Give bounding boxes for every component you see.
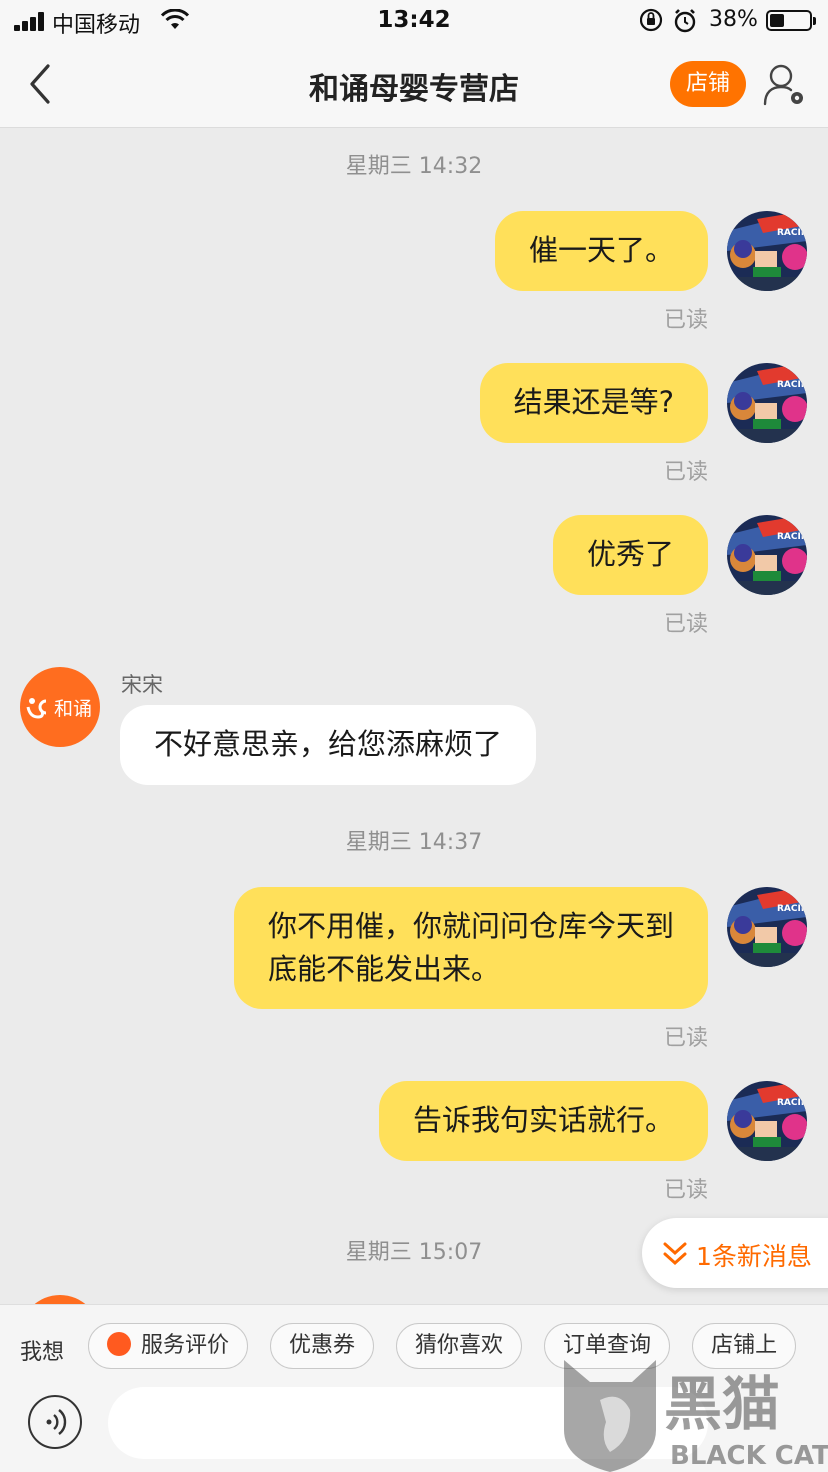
black-cat-watermark: 黑猫 BLACK CAT [564,1360,828,1472]
my-message-bubble[interactable]: 催一天了。 [494,211,708,291]
voice-input-button[interactable] [28,1395,82,1449]
message-line: 底能不能发出来。 [267,952,500,986]
top-bar: 中国移动 13:42 38% 和诵母婴专营店 店铺 [0,0,828,128]
read-receipt: 已读 [663,612,708,637]
flower-icon [107,1332,131,1356]
quick-bar-label: 我想 [20,1340,65,1365]
chip-service-rating[interactable]: 服务评价 [88,1323,249,1369]
my-avatar[interactable] [727,515,807,595]
svg-text:黑猫: 黑猫 [664,1370,780,1438]
read-receipt: 已读 [663,460,708,485]
my-message-bubble[interactable]: 结果还是等? [479,363,708,443]
shop-logo-icon: 和诵 [26,698,92,720]
my-avatar[interactable] [727,887,807,967]
chip-coupons[interactable]: 优惠券 [270,1323,375,1369]
battery-percent: 38% [709,7,758,32]
svg-text:和诵: 和诵 [54,698,92,720]
new-message-label: 1条新消息 [696,1242,812,1271]
my-avatar[interactable] [727,1081,807,1161]
my-avatar[interactable] [727,363,807,443]
read-receipt: 已读 [663,308,708,333]
timestamp: 星期三 14:37 [345,830,483,855]
chip-recommendations[interactable]: 猜你喜欢 [396,1323,523,1369]
my-message-bubble[interactable]: 告诉我句实话就行。 [378,1081,708,1161]
clock: 13:42 [377,7,451,33]
shop-avatar[interactable]: 和诵 [20,667,100,747]
chat-area[interactable]: 星期三 14:32 催一天了。 已读 结果还是等? 已读 优秀了 已读 和诵 宋… [0,129,828,1304]
status-bar: 中国移动 13:42 38% [0,0,828,42]
shop-avatar[interactable] [20,1295,100,1304]
read-receipt: 已读 [663,1178,708,1203]
battery-icon [766,10,816,31]
sender-name: 宋宋 [121,673,163,697]
svg-text:BLACK CAT: BLACK CAT [670,1441,828,1471]
new-message-button[interactable]: 1条新消息 [642,1218,828,1288]
my-message-bubble[interactable]: 你不用催，你就问问仓库今天到 底能不能发出来。 [233,887,708,1009]
user-settings-icon[interactable] [762,62,806,108]
my-message-bubble[interactable]: 优秀了 [552,515,708,595]
their-message-bubble[interactable]: 不好意思亲，给您添麻烦了 [120,705,537,785]
rotation-lock-and-alarm-icons [640,8,696,33]
message-line: 你不用催，你就问问仓库今天到 [267,909,674,943]
double-chevron-down-icon [663,1242,687,1266]
voice-icon [46,1409,67,1435]
timestamp: 星期三 14:32 [345,154,483,179]
read-receipt: 已读 [663,1026,708,1051]
my-avatar[interactable] [727,211,807,291]
store-button[interactable]: 店铺 [670,61,746,107]
